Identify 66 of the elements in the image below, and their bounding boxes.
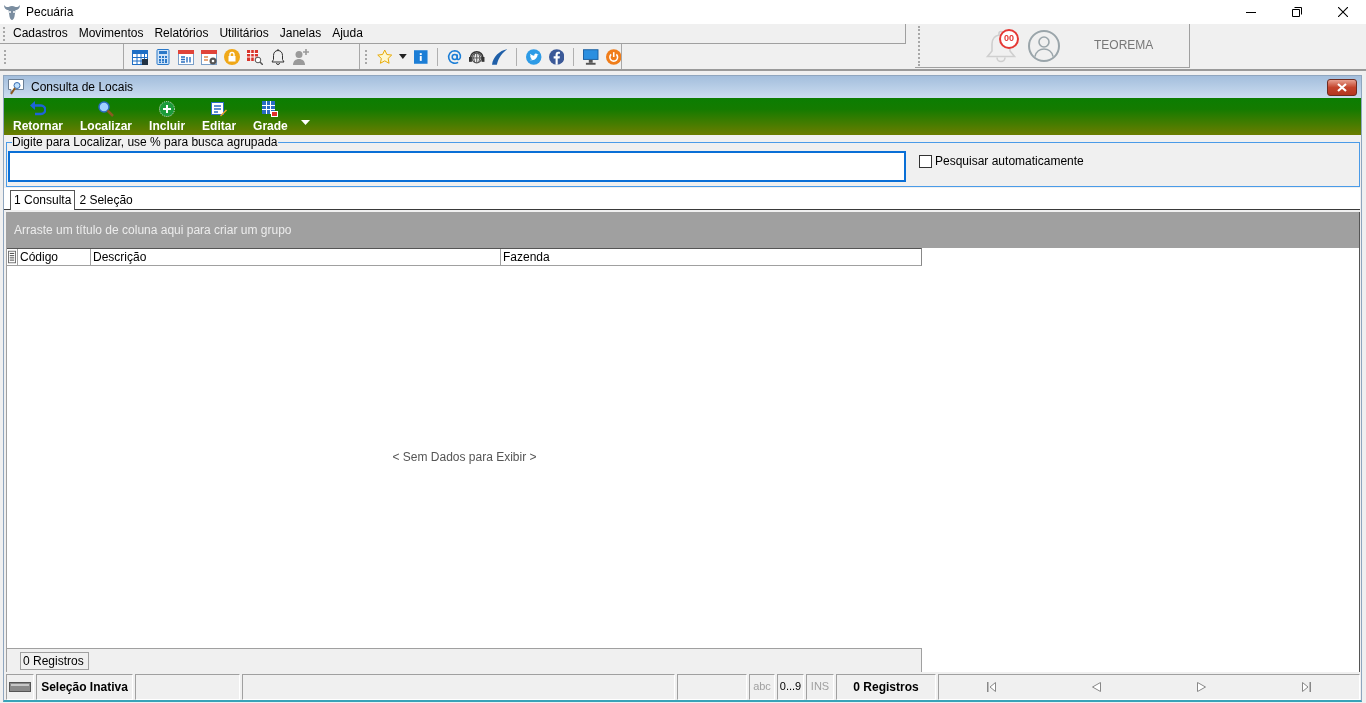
search-field[interactable] [8, 151, 906, 182]
menu-item[interactable]: Cadastros [8, 26, 73, 41]
menu-item[interactable]: Utilitários [214, 26, 274, 41]
close-icon [1337, 82, 1347, 92]
at-sign-icon[interactable] [446, 48, 463, 65]
window-title: Pecuária [26, 4, 74, 20]
calendar-icon[interactable] [178, 48, 194, 65]
last-record-icon[interactable] [1302, 682, 1311, 692]
checkbox-label[interactable]: Pesquisar automaticamente [935, 154, 1084, 169]
status-panel [677, 674, 747, 700]
menu-item[interactable]: Janelas [274, 26, 327, 41]
bell-icon[interactable] [270, 48, 286, 65]
status-indicator: INS [806, 674, 834, 700]
empty-grid-message: < Sem Dados para Exibir > [392, 449, 537, 465]
caret-icon[interactable] [399, 54, 408, 59]
toolbar-button[interactable]: Editar [198, 101, 241, 133]
next-record-icon[interactable] [1197, 682, 1206, 692]
column-header[interactable]: Código [18, 249, 91, 265]
bird-icon[interactable] [526, 48, 542, 65]
selection-status: Seleção Inativa [36, 674, 133, 700]
record-count: 0 Registros [836, 674, 936, 700]
info-icon[interactable] [414, 49, 428, 64]
group-label: Digite para Localizar, use % para busca agrupada [12, 136, 278, 149]
power-icon[interactable] [605, 48, 621, 65]
first-record-icon[interactable] [987, 682, 996, 692]
edit-document-icon [211, 101, 228, 117]
toolbar-button[interactable]: Incluir [145, 101, 190, 133]
globe-icon[interactable] [469, 48, 485, 65]
grid-search-icon[interactable] [247, 48, 263, 65]
record-count: 0 Registros [20, 651, 89, 670]
calculator-icon[interactable] [155, 48, 171, 65]
chat-magnifier-icon [8, 79, 24, 95]
calendar-grid-icon[interactable] [132, 48, 148, 65]
column-chooser-icon[interactable] [8, 250, 16, 264]
previous-record-icon[interactable] [1092, 682, 1101, 692]
window-title: Consulta de Locais [31, 79, 134, 95]
user-name: TEOREMA [1094, 38, 1154, 53]
grid-icon [262, 101, 279, 117]
status-indicator: abc [749, 674, 775, 700]
toolbar-button[interactable]: Grade [249, 101, 292, 133]
toolbar-button[interactable]: Localizar [76, 101, 137, 133]
notification-badge[interactable]: 00 [999, 28, 1019, 49]
magnifier-icon [98, 101, 115, 117]
toolbar-button[interactable]: Retornar [9, 101, 67, 133]
calendar-gear-icon[interactable] [201, 48, 217, 65]
status-bar-icon [9, 682, 31, 692]
close-icon[interactable] [1338, 7, 1348, 17]
menu-item[interactable]: Ajuda [327, 26, 368, 41]
star-icon[interactable] [377, 48, 393, 65]
bull-head-icon [4, 4, 20, 20]
tab[interactable]: 1 Consulta [10, 190, 76, 210]
status-indicator: 0...9 [777, 674, 804, 700]
checkbox[interactable] [919, 154, 932, 168]
f-logo-icon[interactable] [548, 48, 565, 65]
restore-icon[interactable] [1292, 7, 1302, 17]
menu-item[interactable]: Relatórios [149, 26, 214, 41]
group-by-hint: Arraste um título de coluna aqui para criar um grupo [14, 222, 292, 238]
column-header[interactable]: Descrição [91, 249, 501, 265]
swoosh-icon[interactable] [491, 48, 508, 65]
menu-item[interactable]: Movimentos [73, 26, 149, 41]
column-header[interactable]: Fazenda [501, 249, 921, 265]
monitor-icon[interactable] [583, 48, 599, 65]
close-button[interactable] [1327, 78, 1357, 96]
tab[interactable]: 2 Seleção [75, 190, 137, 209]
return-arrow-icon [30, 101, 46, 117]
plus-circle-icon [159, 101, 176, 117]
